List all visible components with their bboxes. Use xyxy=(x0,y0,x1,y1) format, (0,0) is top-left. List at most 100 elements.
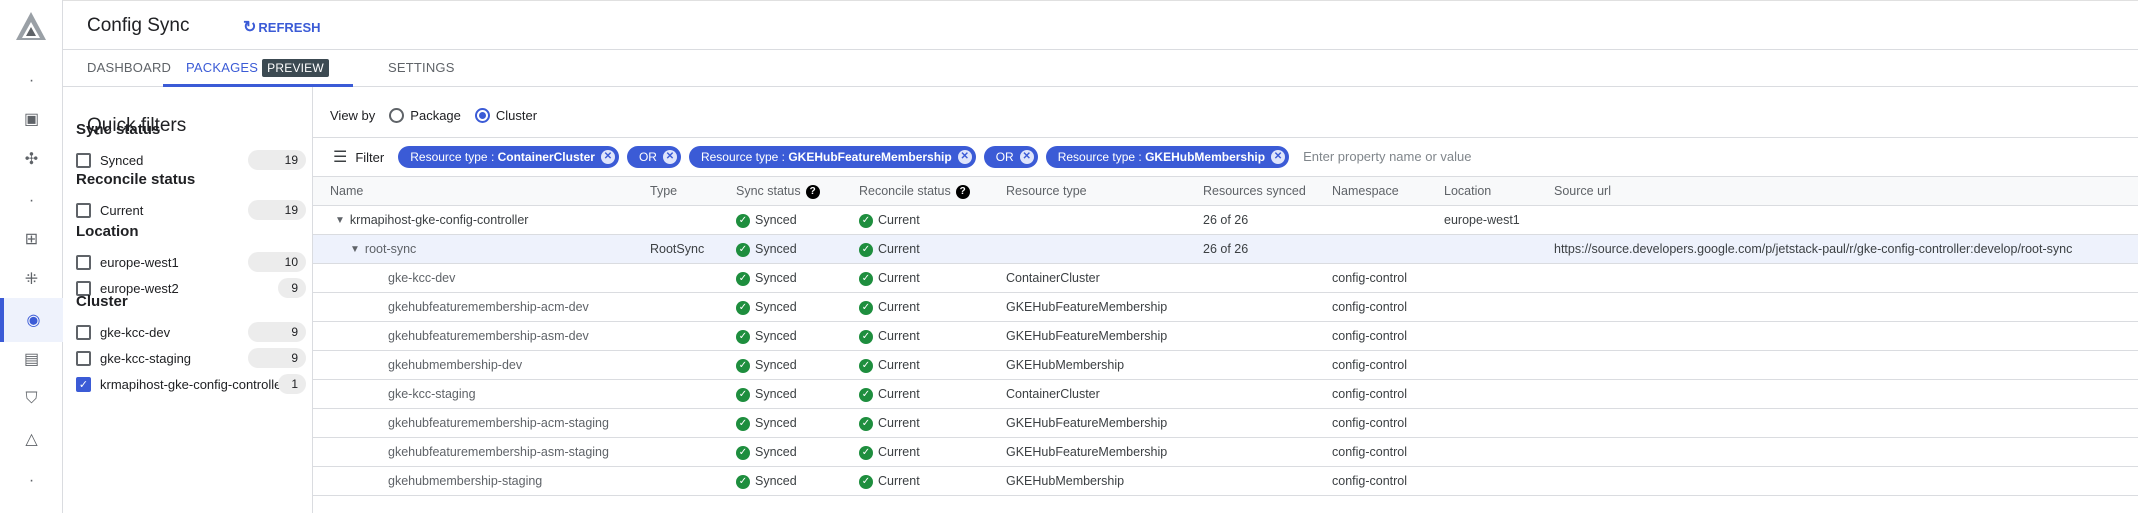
refresh-button[interactable]: ↻ REFRESH xyxy=(243,17,321,37)
column-header-label: Name xyxy=(330,184,364,198)
view-by-package-radio[interactable] xyxy=(389,108,405,123)
filter-option[interactable]: gke-kcc-staging 9 xyxy=(76,348,306,368)
move-icon[interactable]: ✣ xyxy=(0,144,63,174)
filter-chip[interactable]: Resource type : ContainerCluster ✕ xyxy=(398,146,619,168)
badge-icon[interactable]: ▤ xyxy=(0,344,63,374)
cell-text: config-control xyxy=(1332,271,1408,285)
network-icon[interactable]: ⁜ xyxy=(0,264,63,294)
filter-input-placeholder: Enter property name or value xyxy=(1303,149,1472,164)
column-header[interactable]: Resources synced xyxy=(1203,177,1306,206)
cell-name: gkehubfeaturemembership-acm-staging xyxy=(388,409,609,438)
table-row[interactable]: gkehubfeaturemembership-acm-staging ✓ Sync… xyxy=(313,409,2138,438)
table-row[interactable]: gkehubfeaturemembership-asm-staging ✓ Sync… xyxy=(313,438,2138,467)
check-circle-icon: ✓ xyxy=(736,300,750,315)
filter-label: Filter xyxy=(355,149,385,165)
view-by-label: View by xyxy=(330,108,376,123)
cell-text: Synced xyxy=(755,213,797,227)
remove-chip-icon[interactable]: ✕ xyxy=(1271,150,1286,164)
filter-icon: ☰ xyxy=(333,149,348,166)
dashboard-icon[interactable]: ▣ xyxy=(0,104,63,134)
anthos-icon[interactable]: △ xyxy=(0,424,63,454)
column-header[interactable]: Sync status? xyxy=(736,177,820,206)
check-circle-icon: ✓ xyxy=(859,416,873,431)
source-url-link[interactable]: https://source.developers.google.com/p/j… xyxy=(1554,235,2072,264)
checkbox[interactable]: ✓ xyxy=(76,376,91,392)
cell-synced: 26 of 26 xyxy=(1203,235,1248,264)
refresh-label: REFRESH xyxy=(258,19,321,35)
remove-chip-icon[interactable]: ✕ xyxy=(662,150,677,164)
cell-namespace: config-control xyxy=(1332,322,1407,351)
cell-text: GKEHubMembership xyxy=(1006,474,1125,488)
column-header[interactable]: Resource type xyxy=(1006,177,1087,206)
filter-option-label: gke-kcc-dev xyxy=(100,324,171,340)
expand-toggle-icon[interactable]: ▼ xyxy=(335,206,345,235)
filter-chip[interactable]: Resource type : GKEHubMembership ✕ xyxy=(1045,146,1290,168)
checkbox[interactable] xyxy=(76,254,91,270)
check-circle-icon: ✓ xyxy=(736,445,750,460)
checkbox[interactable] xyxy=(76,202,91,218)
filter-chip[interactable]: OR ✕ xyxy=(983,146,1038,168)
cell-name: gke-kcc-dev xyxy=(388,264,455,293)
filter-bar: ☰ Filter Resource type : ContainerCluste… xyxy=(313,137,2138,177)
column-header[interactable]: Source url xyxy=(1554,177,1611,206)
help-icon[interactable]: ? xyxy=(805,184,820,199)
check-circle-icon: ✓ xyxy=(859,474,873,489)
check-circle-icon: ✓ xyxy=(736,329,750,344)
cell-sync: ✓ Synced xyxy=(736,409,797,438)
table-row[interactable]: ▼ root-sync RootSync ✓ Synced ✓ Current 26 of 2… xyxy=(313,235,2138,264)
cell-namespace: config-control xyxy=(1332,438,1407,467)
filter-option[interactable]: Synced 19 xyxy=(76,150,306,170)
column-header[interactable]: Name xyxy=(330,177,363,206)
remove-chip-icon[interactable]: ✕ xyxy=(600,150,615,164)
table-row[interactable]: gkehubmembership-staging ✓ Synced ✓ Current G… xyxy=(313,467,2138,496)
check-circle-icon: ✓ xyxy=(859,271,873,286)
filter-section-title: Sync status xyxy=(76,121,161,138)
table-row[interactable]: gke-kcc-staging ✓ Synced ✓ Current ContainerC… xyxy=(313,380,2138,409)
cell-sync: ✓ Synced xyxy=(736,322,797,351)
filter-chip[interactable]: Resource type : GKEHubFeatureMembership ✕ xyxy=(688,146,976,168)
expand-toggle-icon[interactable]: ▼ xyxy=(350,235,360,264)
remove-chip-icon[interactable]: ✕ xyxy=(1019,150,1034,164)
tab-settings[interactable]: SETTINGS xyxy=(388,50,455,87)
cell-text: Current xyxy=(878,329,920,343)
anthos-logo-icon[interactable] xyxy=(14,10,48,42)
checkbox[interactable] xyxy=(76,324,91,340)
filter-chip[interactable]: OR ✕ xyxy=(626,146,681,168)
cell-name: gkehubfeaturemembership-asm-staging xyxy=(388,438,609,467)
filter-option[interactable]: Current 19 xyxy=(76,200,306,220)
cell-text: config-control xyxy=(1332,474,1408,488)
checkbox[interactable] xyxy=(76,350,91,366)
column-header[interactable]: Location xyxy=(1444,177,1491,206)
cell-text: GKEHubFeatureMembership xyxy=(1006,329,1168,343)
tab-dashboard[interactable]: DASHBOARD xyxy=(87,50,171,87)
column-header[interactable]: Reconcile status? xyxy=(859,177,970,206)
column-header[interactable]: Type xyxy=(650,177,677,206)
table-row[interactable]: gke-kcc-dev ✓ Synced ✓ Current ContainerClust… xyxy=(313,264,2138,293)
cell-resource-type: GKEHubMembership xyxy=(1006,467,1124,496)
column-header-label: Reconcile status xyxy=(859,184,951,198)
filter-count: 9 xyxy=(278,278,306,298)
view-by-cluster-radio[interactable] xyxy=(474,108,490,123)
column-header-label: Source url xyxy=(1554,184,1611,198)
table-row[interactable]: gkehubfeaturemembership-acm-dev ✓ Synced ✓ C… xyxy=(313,293,2138,322)
config-sync-icon[interactable]: ◉ xyxy=(0,298,63,342)
cell-text: root-sync xyxy=(364,242,417,256)
grid-icon[interactable]: ⊞ xyxy=(0,224,63,254)
table-row[interactable]: ▼ krmapihost-gke-config-controller ✓ Synced… xyxy=(313,206,2138,235)
shield-icon[interactable]: ⛉ xyxy=(0,384,63,414)
table-row[interactable]: gkehubfeaturemembership-asm-dev ✓ Synced ✓ C… xyxy=(313,322,2138,351)
checkbox[interactable] xyxy=(76,152,91,168)
table-row[interactable]: gkehubmembership-dev ✓ Synced ✓ Current GKEHu… xyxy=(313,351,2138,380)
column-header[interactable]: Namespace xyxy=(1332,177,1399,206)
filter-input[interactable]: Enter property name or value xyxy=(1303,146,1603,168)
remove-chip-icon[interactable]: ✕ xyxy=(957,150,972,164)
check-circle-icon: ✓ xyxy=(736,271,750,286)
tab-packages[interactable]: PACKAGES PREVIEW xyxy=(163,50,353,87)
filter-option[interactable]: europe-west1 10 xyxy=(76,252,306,272)
filter-option[interactable]: gke-kcc-dev 9 xyxy=(76,322,306,342)
help-icon[interactable]: ? xyxy=(955,184,970,199)
cell-text: Current xyxy=(878,271,920,285)
cell-text: gke-kcc-staging xyxy=(388,387,476,401)
chip-key: Resource type : xyxy=(410,150,498,164)
filter-option[interactable]: ✓ krmapihost-gke-config-controller 1 xyxy=(76,374,306,394)
